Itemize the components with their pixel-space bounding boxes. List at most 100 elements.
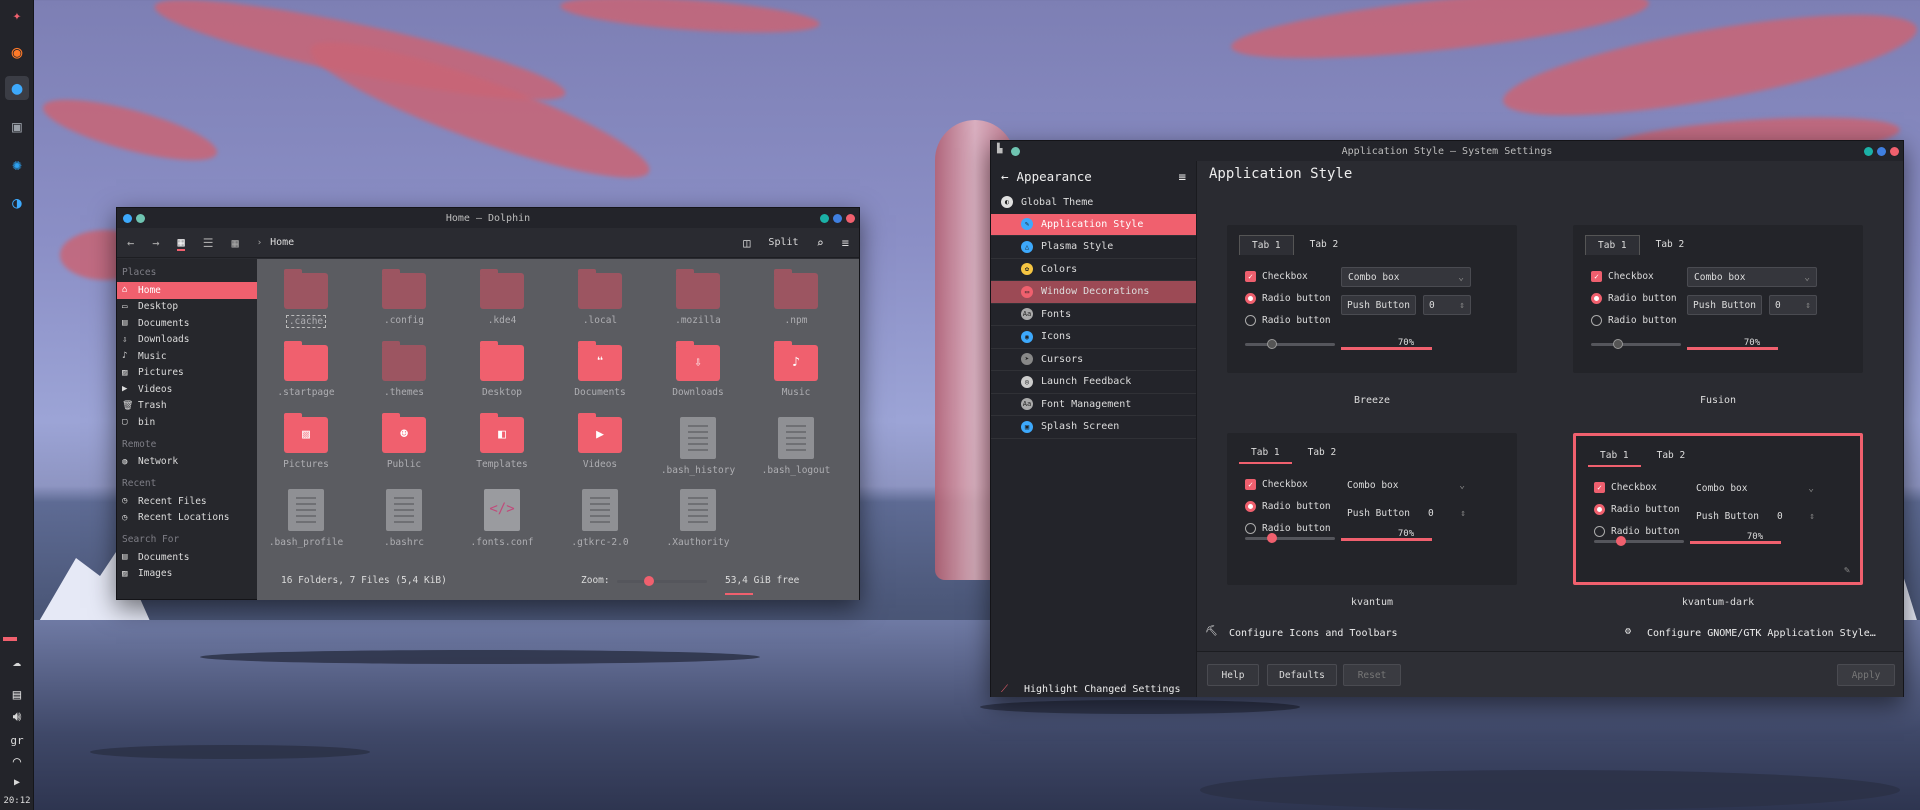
- category-item[interactable]: ▣ Splash Screen: [991, 416, 1196, 439]
- preview-slider[interactable]: [1591, 339, 1681, 349]
- close-button[interactable]: [1890, 147, 1899, 156]
- places-item[interactable]: ⇩ Downloads: [117, 332, 257, 349]
- preview-radio-off[interactable]: Radio button: [1245, 315, 1331, 326]
- style-preview-kvantum-dark[interactable]: Tab 1 Tab 2 ✓ Checkbox Radio button Radio but…: [1573, 433, 1863, 585]
- preview-slider-handle[interactable]: [1613, 339, 1623, 349]
- preview-tab-1[interactable]: Tab 1: [1239, 443, 1292, 464]
- folder-item[interactable]: .config: [355, 269, 453, 326]
- folder-item[interactable]: .kde4: [453, 269, 551, 326]
- category-item[interactable]: Aa Fonts: [991, 304, 1196, 326]
- maximize-button[interactable]: [833, 214, 842, 223]
- preview-slider-handle[interactable]: [1616, 536, 1626, 546]
- folder-item[interactable]: ☻ Public: [355, 413, 453, 470]
- preview-slider[interactable]: [1245, 533, 1335, 543]
- places-item[interactable]: ◷ Recent Files: [117, 493, 257, 510]
- places-item[interactable]: ◍ Network: [117, 454, 257, 471]
- places-item[interactable]: ◷ Recent Locations: [117, 510, 257, 527]
- terminal-icon[interactable]: ▣: [5, 114, 29, 138]
- places-item[interactable]: ▤ Documents: [117, 549, 257, 566]
- preview-radio-on[interactable]: Radio button: [1245, 293, 1331, 304]
- pin-icon[interactable]: [1011, 147, 1020, 156]
- places-item[interactable]: ▤ Documents: [117, 315, 257, 332]
- back-button[interactable]: Appearance: [1017, 169, 1092, 184]
- reset-button[interactable]: Reset: [1343, 664, 1401, 686]
- file-item[interactable]: .gtkrc-2.0: [551, 489, 649, 548]
- file-item[interactable]: .bash_logout: [747, 417, 845, 476]
- split-icon[interactable]: ◫: [743, 236, 750, 250]
- style-preview-breeze[interactable]: Tab 1 Tab 2 ✓ Checkbox Radio button Radio but…: [1227, 225, 1517, 373]
- preview-spinbox[interactable]: 0 ⇕: [1772, 506, 1820, 526]
- places-item[interactable]: 🗑︎ Trash: [117, 398, 257, 415]
- clipboard-icon[interactable]: ▤: [5, 683, 29, 707]
- folder-item[interactable]: ❝ Documents: [551, 341, 649, 398]
- folder-item[interactable]: ▶ Videos: [551, 413, 649, 470]
- app-launcher-icon[interactable]: ✦: [5, 4, 29, 28]
- folder-item[interactable]: .npm: [747, 269, 845, 326]
- preview-spinbox[interactable]: 0 ⇕: [1423, 503, 1471, 523]
- volume-icon[interactable]: 🔊︎: [5, 705, 29, 729]
- maximize-button[interactable]: [1877, 147, 1886, 156]
- preview-push-button[interactable]: Push Button: [1341, 295, 1416, 315]
- cloud-icon[interactable]: ☁: [5, 650, 29, 674]
- folder-item[interactable]: .local: [551, 269, 649, 326]
- compact-view-icon[interactable]: ☰: [203, 236, 214, 250]
- configure-gtk-button[interactable]: Configure GNOME/GTK Application Style…: [1647, 628, 1876, 639]
- preview-combo[interactable]: Combo box ⌄: [1687, 267, 1817, 287]
- preview-push-button[interactable]: Push Button: [1341, 503, 1416, 523]
- close-button[interactable]: [846, 214, 855, 223]
- folder-item[interactable]: ♪ Music: [747, 341, 845, 398]
- category-item[interactable]: ◎ Launch Feedback: [991, 371, 1196, 394]
- preview-combo[interactable]: Combo box ⌄: [1690, 478, 1820, 498]
- places-item[interactable]: ⌂ Home: [117, 282, 257, 299]
- file-item[interactable]: .bash_profile: [257, 489, 355, 548]
- places-item[interactable]: ▶ Videos: [117, 381, 257, 398]
- hamburger-menu-icon[interactable]: ≡: [842, 236, 849, 250]
- preview-checkbox[interactable]: ✓ Checkbox: [1245, 271, 1308, 282]
- preview-slider[interactable]: [1594, 536, 1684, 546]
- folder-item[interactable]: .themes: [355, 341, 453, 398]
- category-item[interactable]: Aa Font Management: [991, 394, 1196, 416]
- folder-item[interactable]: .cache: [257, 269, 355, 328]
- split-button[interactable]: Split: [768, 237, 798, 248]
- highlight-changed[interactable]: ⟋ Highlight Changed Settings: [1001, 684, 1181, 695]
- dolphin-titlebar[interactable]: Home — Dolphin: [117, 208, 859, 228]
- folder-item[interactable]: ◧ Templates: [453, 413, 551, 470]
- minimize-button[interactable]: [1864, 147, 1873, 156]
- hamburger-menu-icon[interactable]: ≡: [1178, 169, 1186, 184]
- preview-radio-on[interactable]: Radio button: [1591, 293, 1677, 304]
- details-view-icon[interactable]: ▦: [231, 236, 238, 250]
- places-item[interactable]: ♪ Music: [117, 348, 257, 365]
- category-item[interactable]: ✿ Colors: [991, 259, 1196, 281]
- preview-tabs[interactable]: Tab 1 Tab 2: [1588, 446, 1697, 467]
- minimize-button[interactable]: [820, 214, 829, 223]
- help-button[interactable]: Help: [1207, 664, 1259, 686]
- preview-checkbox[interactable]: ✓ Checkbox: [1591, 271, 1654, 282]
- breadcrumb[interactable]: Home: [270, 237, 294, 248]
- file-item[interactable]: .bashrc: [355, 489, 453, 548]
- preview-slider-handle[interactable]: [1267, 339, 1277, 349]
- preview-checkbox[interactable]: ✓ Checkbox: [1245, 479, 1308, 490]
- preview-tab-1[interactable]: Tab 1: [1239, 235, 1294, 255]
- clock[interactable]: 20:12: [0, 796, 34, 806]
- category-item[interactable]: ◐ Global Theme: [991, 191, 1196, 214]
- folder-item[interactable]: .mozilla: [649, 269, 747, 326]
- category-item[interactable]: ➤ Cursors: [991, 349, 1196, 371]
- preview-tab-2[interactable]: Tab 2: [1296, 443, 1349, 464]
- preview-radio-off[interactable]: Radio button: [1591, 315, 1677, 326]
- folder-item[interactable]: ⇩ Downloads: [649, 341, 747, 398]
- accessibility-icon[interactable]: ✺: [5, 152, 29, 176]
- system-settings-icon[interactable]: ◑: [5, 190, 29, 214]
- folder-item[interactable]: ▨ Pictures: [257, 413, 355, 470]
- back-arrow-icon[interactable]: ←: [1001, 169, 1009, 184]
- defaults-button[interactable]: Defaults: [1267, 664, 1337, 686]
- dolphin-icon[interactable]: ●: [5, 76, 29, 100]
- folder-item[interactable]: Desktop: [453, 341, 551, 398]
- category-item[interactable]: ◉ Icons: [991, 326, 1196, 349]
- preview-tabs[interactable]: Tab 1 Tab 2: [1585, 235, 1696, 255]
- preview-combo[interactable]: Combo box ⌄: [1341, 475, 1471, 495]
- folder-item[interactable]: .startpage: [257, 341, 355, 398]
- category-item[interactable]: ▭ Window Decorations: [991, 281, 1196, 304]
- preview-tab-1[interactable]: Tab 1: [1585, 235, 1640, 255]
- back-icon[interactable]: ←: [127, 236, 134, 250]
- pin-icon[interactable]: [136, 214, 145, 223]
